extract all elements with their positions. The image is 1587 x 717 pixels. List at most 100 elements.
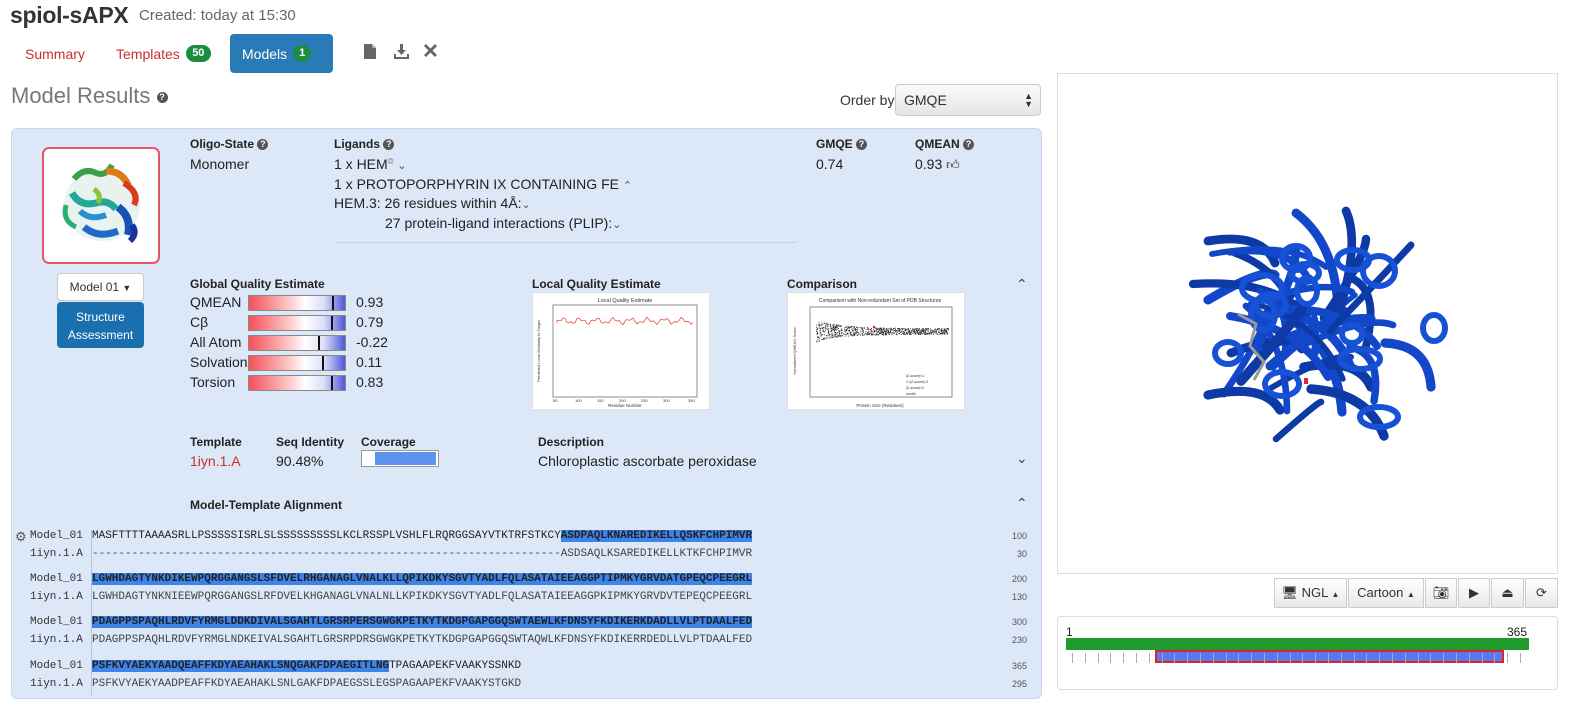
reset-button[interactable]: ⟳: [1525, 578, 1558, 608]
templates-count-badge: 50: [185, 45, 211, 62]
help-icon[interactable]: ?: [383, 139, 395, 151]
structure-assessment-button[interactable]: Structure Assessment: [57, 302, 144, 348]
template-link[interactable]: 1iyn.1.A: [190, 453, 241, 469]
ligand-interactions-row[interactable]: 27 protein-ligand interactions (PLIP):⌄: [385, 215, 621, 231]
quality-row: Cβ 0.79: [190, 314, 400, 331]
alignment-model-name: Model_01: [30, 530, 83, 542]
comparison-plot-title: Comparison with Non-redundant Set of PDB…: [819, 298, 942, 304]
quality-name: Solvation: [190, 354, 248, 370]
quality-value: 0.11: [356, 354, 383, 370]
svg-text:150: 150: [597, 398, 604, 403]
sequence-tick: [1289, 653, 1291, 663]
file-icon[interactable]: [362, 44, 378, 60]
sequence-tick: [1200, 653, 1201, 663]
eject-button[interactable]: ⏏: [1491, 578, 1524, 608]
sequence-tick: [1417, 653, 1419, 663]
sequence-tick: [1251, 653, 1253, 663]
chevron-up-icon[interactable]: ⌃: [623, 180, 632, 192]
comparison-ylabel: Normalized QMEAN Score: [792, 326, 797, 374]
quality-marker: [331, 376, 333, 390]
play-icon: ▶: [1469, 585, 1479, 600]
local-quality-plot-title: Local Quality Estimate: [598, 298, 653, 304]
play-button[interactable]: ▶: [1458, 578, 1490, 608]
collapse-alignment-icon[interactable]: ⌃: [1016, 495, 1028, 512]
collapse-quality-icon[interactable]: ⌃: [1016, 276, 1028, 293]
ligand-protoporphyrin-row[interactable]: 1 x PROTOPORPHYRIN IX CONTAINING FE ⌃: [334, 176, 632, 192]
quality-name: QMEAN: [190, 294, 242, 310]
comparison-legend-1: |Z-score|<1: [906, 374, 924, 378]
sequence-tick: [1430, 653, 1432, 663]
sequence-tick: [1264, 653, 1265, 663]
comparison-xlabel: Protein Size (Residues): [856, 403, 904, 408]
quality-marker: [331, 316, 333, 330]
ligands-label: Ligands ?: [334, 137, 395, 151]
sequence-start-label: 1: [1066, 625, 1073, 639]
ngl-label: NGL: [1301, 585, 1328, 600]
expand-template-icon[interactable]: ⌄: [1016, 450, 1028, 467]
project-created-date: Created: today at 15:30: [139, 7, 296, 24]
comparison-legend-4: model: [906, 392, 916, 396]
order-by-select[interactable]: GMQE ▲ ▼: [895, 84, 1041, 116]
gmqe-label: GMQE ?: [816, 137, 868, 151]
quality-row: Torsion 0.83: [190, 374, 400, 391]
order-by-label: Order by:: [840, 92, 899, 108]
template-label: Template: [190, 435, 242, 449]
quality-value: -0.22: [356, 334, 388, 350]
ligand-residues-row[interactable]: HEM.3: 26 residues within 4Å:⌄: [334, 195, 531, 211]
structure-viewer[interactable]: [1057, 73, 1558, 574]
quality-row: Solvation 0.11: [190, 354, 400, 371]
alignment-model-position: 200: [1011, 574, 1027, 584]
comparison-legend-3: |Z-score|>2: [906, 386, 924, 390]
refresh-icon: ⟳: [1536, 585, 1547, 600]
help-icon[interactable]: ?: [257, 139, 269, 151]
tab-models[interactable]: Models 1: [230, 34, 333, 73]
alignment-model-name: Model_01: [30, 573, 83, 585]
tab-templates-label: Templates: [116, 45, 180, 62]
target-sequence-bar[interactable]: [1066, 638, 1529, 650]
tab-summary[interactable]: Summary: [13, 34, 97, 73]
chevron-down-icon[interactable]: ⌄: [522, 199, 531, 211]
sequence-tick: [1225, 653, 1227, 663]
help-icon[interactable]: ?: [156, 91, 168, 103]
quality-marker: [322, 356, 324, 370]
model-coverage-bar[interactable]: [1155, 650, 1504, 663]
camera-button[interactable]: 📷︎: [1425, 578, 1457, 608]
sequence-tick: [1443, 653, 1445, 663]
ligand-hem-row[interactable]: 1 x HEM⧉ ⌄: [334, 156, 407, 172]
ligand-protoporphyrin: 1 x PROTOPORPHYRIN IX CONTAINING FE: [334, 176, 619, 192]
model-select-label: Model 01: [69, 280, 120, 294]
external-link-icon[interactable]: ⧉: [388, 156, 394, 165]
alignment-model-name: Model_01: [30, 660, 83, 672]
comparison-plot[interactable]: Comparison with Non-redundant Set of PDB…: [787, 292, 965, 410]
eject-icon: ⏏: [1501, 585, 1514, 600]
sequence-tick: [1097, 653, 1099, 663]
qmean-value: 0.93: [915, 156, 943, 172]
quality-name: Torsion: [190, 374, 236, 390]
close-icon[interactable]: [422, 44, 438, 60]
ngl-dropdown[interactable]: 🖥︎ NGL ▲: [1274, 578, 1347, 608]
tab-templates[interactable]: Templates 50: [104, 34, 223, 73]
select-arrows-icon: ▲ ▼: [1024, 91, 1033, 109]
quality-bar: [248, 295, 346, 311]
comparison-legend-2: 1<|Z-score|<2: [906, 380, 928, 384]
quality-marker: [318, 336, 320, 350]
alignment-settings-gear-icon[interactable]: ⚙: [15, 529, 27, 545]
local-quality-plot[interactable]: Local Quality Estimate Residue Number Pr…: [532, 292, 710, 410]
svg-text:350: 350: [688, 398, 695, 403]
model-thumbnail[interactable]: [42, 147, 160, 264]
alignment-model-sequence: PSFKVYAEKYAADQEAFFKDYAEAHAKLSNQGAKFDPAEG…: [92, 660, 522, 672]
chevron-down-icon[interactable]: ⌄: [612, 219, 621, 231]
svg-text:100: 100: [575, 398, 582, 403]
alignment-template-sequence: ----------------------------------------…: [92, 548, 753, 560]
ligand-hem3-prefix: HEM.3:: [334, 195, 381, 211]
svg-text:50: 50: [553, 398, 558, 403]
help-icon[interactable]: ?: [963, 139, 975, 151]
alignment-template-position: 295: [1011, 679, 1027, 689]
render-mode-dropdown[interactable]: Cartoon ▲: [1348, 578, 1424, 608]
help-icon[interactable]: ?: [856, 139, 868, 151]
gmqe-label-text: GMQE: [816, 137, 853, 151]
model-select-dropdown[interactable]: Model 01 ▼: [57, 273, 144, 301]
download-icon[interactable]: [393, 44, 409, 60]
sequence-tick: [1148, 653, 1150, 663]
chevron-down-icon[interactable]: ⌄: [397, 160, 406, 172]
